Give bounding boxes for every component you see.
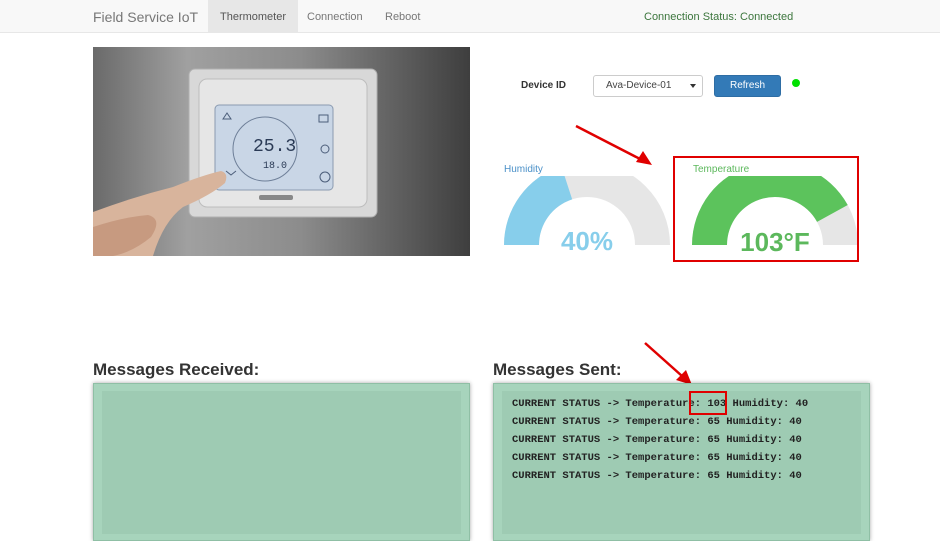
navbar: Field Service IoT Thermometer Connection… [0, 0, 940, 33]
tab-thermometer[interactable]: Thermometer [208, 0, 299, 32]
temperature-highlight-box [673, 156, 859, 262]
value-highlight-box [689, 391, 727, 415]
device-select-value: Ava-Device-01 [606, 80, 672, 91]
messages-sent-title: Messages Sent: [493, 360, 622, 379]
thermostat-temp: 25.3 [253, 137, 296, 157]
device-select[interactable]: Ava-Device-01 [593, 75, 703, 97]
message-line: CURRENT STATUS -> Temperature: 65 Humidi… [512, 416, 802, 428]
humidity-gauge-title: Humidity [504, 164, 543, 175]
messages-received-log[interactable] [102, 391, 461, 534]
device-id-label: Device ID [521, 80, 567, 91]
refresh-button[interactable]: Refresh [714, 75, 781, 97]
message-line: CURRENT STATUS -> Temperature: 103 Humid… [512, 398, 809, 410]
humidity-value: 40% [560, 226, 614, 256]
message-line: CURRENT STATUS -> Temperature: 65 Humidi… [512, 434, 802, 446]
messages-received-panel[interactable] [93, 383, 470, 541]
message-line: CURRENT STATUS -> Temperature: 65 Humidi… [512, 470, 802, 482]
tab-reboot[interactable]: Reboot [373, 0, 432, 32]
status-indicator [792, 79, 800, 87]
messages-sent-panel[interactable]: CURRENT STATUS -> Temperature: 103 Humid… [493, 383, 870, 541]
connection-status: Connection Status: Connected [644, 11, 794, 23]
message-line: CURRENT STATUS -> Temperature: 65 Humidi… [512, 452, 802, 464]
annotation-arrow [575, 124, 652, 165]
chevron-down-icon [690, 84, 696, 88]
messages-received-title: Messages Received: [93, 360, 260, 379]
brand-title[interactable]: Field Service IoT [93, 9, 198, 25]
thermostat-set: 18.0 [263, 161, 287, 172]
thermostat-photo: 25.3 18.0 [93, 47, 470, 256]
tab-connection[interactable]: Connection [295, 0, 375, 32]
messages-sent-log[interactable]: CURRENT STATUS -> Temperature: 103 Humid… [502, 391, 861, 534]
